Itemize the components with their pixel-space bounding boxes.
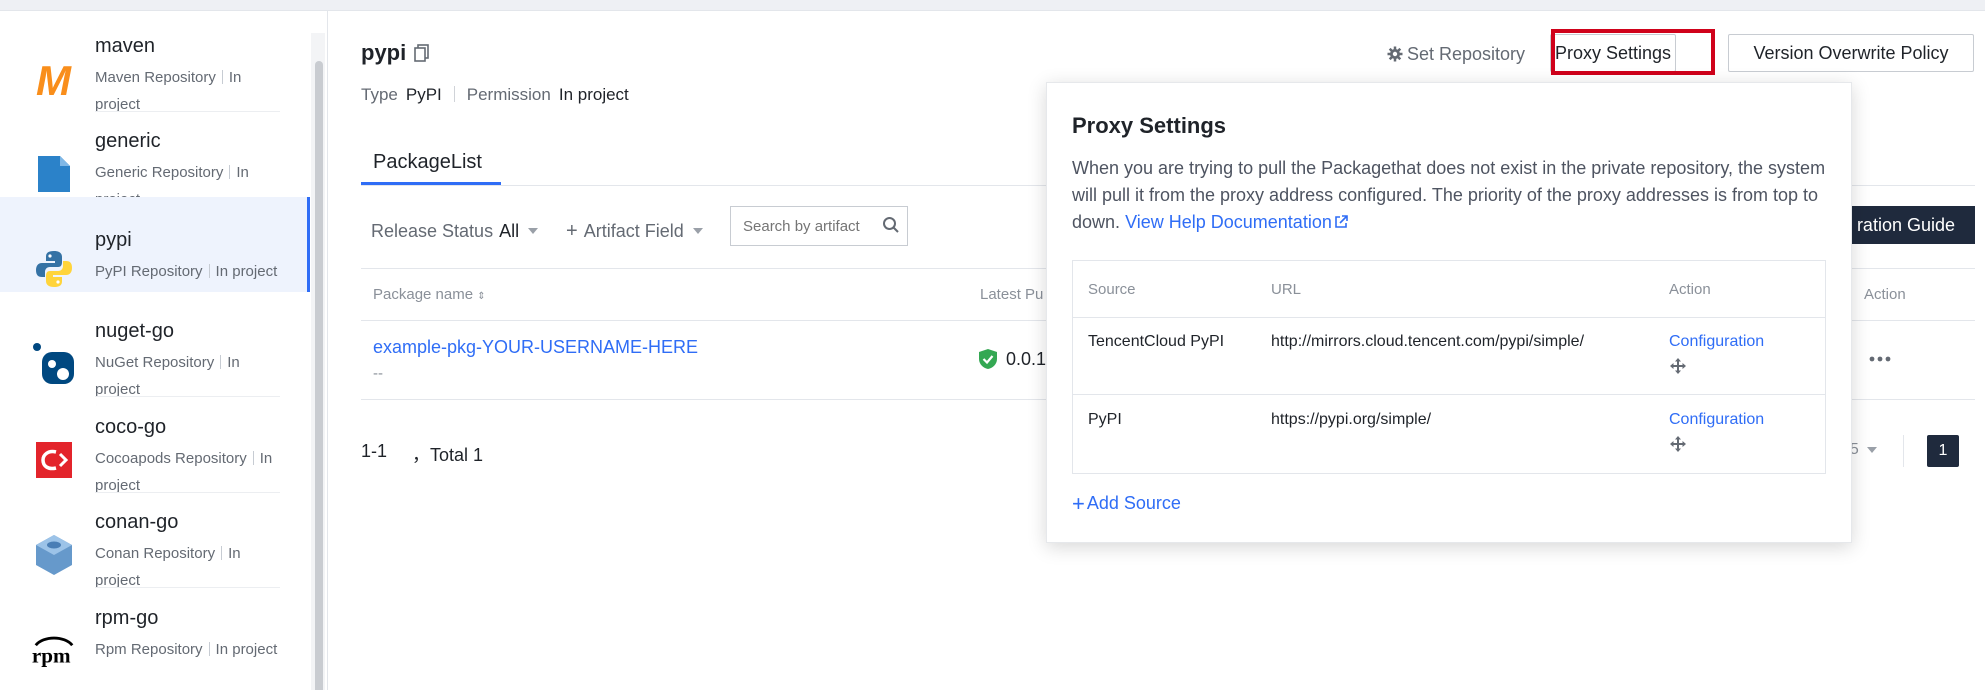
- conan-icon: [30, 531, 78, 579]
- maven-icon: M: [30, 55, 78, 103]
- column-header-url: URL: [1271, 281, 1302, 298]
- more-icon[interactable]: [1869, 356, 1891, 362]
- divider: [95, 587, 280, 588]
- column-header-action: Action: [1669, 281, 1711, 298]
- add-source-button[interactable]: + Add Source: [1072, 490, 1181, 516]
- gear-icon: [1387, 46, 1403, 62]
- top-strip: [0, 0, 1985, 11]
- repo-description: Cocoapods Repository In project: [95, 450, 273, 494]
- configuration-link[interactable]: Configuration: [1669, 333, 1764, 351]
- svg-text:rpm: rpm: [32, 644, 71, 668]
- help-documentation-link[interactable]: View Help Documentation: [1125, 212, 1348, 232]
- move-icon[interactable]: [1669, 357, 1687, 375]
- rpm-icon: rpm: [30, 627, 78, 675]
- sidebar-item-generic[interactable]: generic Generic RepositoryIn project: [0, 112, 310, 208]
- type-value: PyPI: [405, 85, 442, 104]
- table-row-divider: [1073, 394, 1825, 395]
- highlight-box: [1551, 29, 1715, 75]
- proxy-source-name: TencentCloud PyPI: [1088, 333, 1225, 350]
- sidebar-item-pypi[interactable]: pypi PyPI Repository In project: [0, 197, 310, 292]
- table-header-divider: [1073, 317, 1825, 318]
- proxy-source-name: PyPI: [1088, 411, 1122, 428]
- repo-name: conan-go: [95, 511, 179, 533]
- repo-name: nuget-go: [95, 320, 174, 342]
- chevron-down-icon: [528, 228, 539, 234]
- package-name-link[interactable]: example-pkg-YOUR-USERNAME-HERE: [373, 337, 698, 358]
- repo-name: maven: [95, 35, 156, 57]
- artifact-field-filter[interactable]: + Artifact Field: [566, 211, 703, 251]
- column-header-latest: Latest Pu: [980, 286, 1044, 303]
- set-repository-button[interactable]: Set Repository: [1387, 40, 1525, 68]
- proxy-source-table: Source URL Action TencentCloud PyPI http…: [1072, 260, 1826, 474]
- permission-label: Permission: [466, 85, 551, 104]
- page-number-button[interactable]: 1: [1927, 435, 1959, 467]
- sort-icon: ⇕: [477, 291, 486, 302]
- page-title: pypi: [361, 40, 407, 65]
- pagination-range: 1-1: [361, 441, 388, 461]
- pagination-total: ，Total 1: [412, 445, 484, 465]
- repo-name: coco-go: [95, 416, 167, 438]
- repo-description: Maven Repository In project: [95, 69, 242, 113]
- chevron-down-icon: [1866, 447, 1877, 453]
- type-label: Type: [361, 85, 398, 104]
- repo-name: rpm-go: [95, 607, 159, 629]
- plus-icon: +: [1072, 490, 1085, 516]
- generic-file-icon: [30, 150, 78, 198]
- repo-description: PyPI Repository In project: [95, 263, 278, 280]
- sidebar-item-conan-go[interactable]: conan-go Conan Repository In project: [0, 493, 310, 589]
- popover-title: Proxy Settings: [1072, 113, 1227, 138]
- repo-name: pypi: [95, 229, 132, 251]
- repository-sidebar: M maven Maven Repository In project gener…: [0, 11, 328, 690]
- nuget-icon: [30, 340, 78, 388]
- package-description: --: [373, 365, 383, 382]
- search-icon[interactable]: [882, 216, 900, 234]
- permission-value: In project: [558, 85, 629, 104]
- chevron-down-icon: [692, 228, 703, 234]
- cocoapods-icon: [30, 436, 78, 484]
- sidebar-scrollbar-thumb[interactable]: [315, 61, 323, 690]
- repo-description: NuGet Repository In project: [95, 354, 240, 398]
- repo-meta: Type PyPI Permission In project: [361, 85, 629, 105]
- sidebar-item-maven[interactable]: M maven Maven Repository In project: [0, 17, 310, 113]
- python-icon: [30, 245, 78, 293]
- column-header-source: Source: [1088, 281, 1136, 298]
- release-status-filter[interactable]: Release Status All: [371, 211, 539, 251]
- latest-version: 0.0.1: [978, 348, 1046, 370]
- version-overwrite-policy-button[interactable]: Version Overwrite Policy: [1728, 34, 1974, 72]
- divider: [95, 396, 280, 397]
- proxy-source-url: http://mirrors.cloud.tencent.com/pypi/si…: [1271, 333, 1585, 350]
- configuration-link[interactable]: Configuration: [1669, 411, 1764, 429]
- popover-description: When you are trying to pull the Packaget…: [1072, 158, 1826, 232]
- sidebar-item-nuget-go[interactable]: nuget-go NuGet Repository In project: [0, 302, 310, 398]
- column-header-action: Action: [1864, 286, 1906, 303]
- move-icon[interactable]: [1669, 435, 1687, 453]
- external-link-icon: [1335, 215, 1348, 228]
- proxy-source-url: https://pypi.org/simple/: [1271, 411, 1432, 428]
- repo-name: generic: [95, 130, 161, 152]
- svg-text:M: M: [36, 57, 72, 101]
- pagination-divider: [1903, 435, 1904, 467]
- plus-icon: +: [566, 219, 578, 242]
- column-header-package-name[interactable]: Package name ⇕: [373, 286, 486, 303]
- proxy-settings-popover: Proxy Settings When you are trying to pu…: [1046, 82, 1852, 543]
- sidebar-item-rpm-go[interactable]: rpm rpm-go Rpm Repository In project: [0, 589, 310, 684]
- repo-description: Rpm Repository In project: [95, 641, 278, 658]
- copy-icon[interactable]: [414, 44, 430, 62]
- sidebar-item-coco-go[interactable]: coco-go Cocoapods Repository In project: [0, 398, 310, 494]
- repo-description: Conan Repository In project: [95, 545, 241, 589]
- shield-check-icon: [979, 349, 997, 369]
